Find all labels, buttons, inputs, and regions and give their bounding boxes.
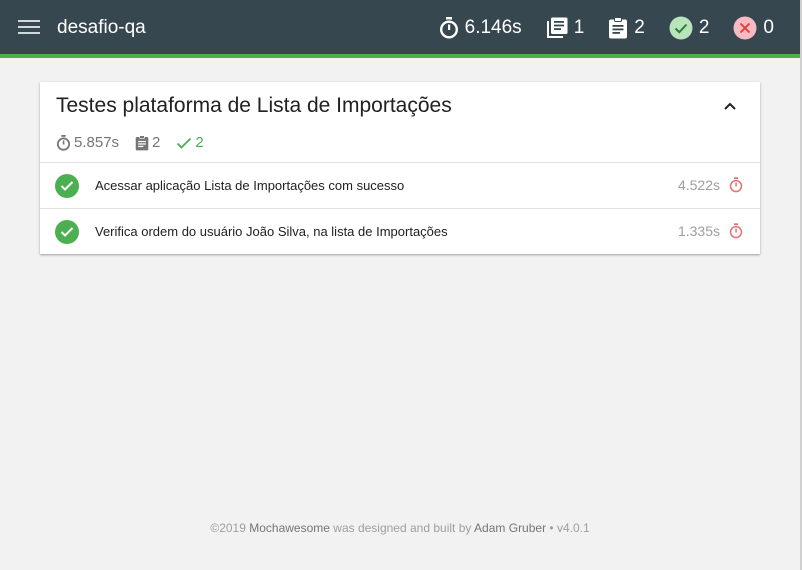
passes-stat[interactable]: 2	[669, 16, 710, 40]
footer-copyright: ©2019	[210, 521, 250, 535]
suite-passes-count: 2	[195, 134, 204, 151]
test-row[interactable]: Verifica ordem do usuário João Silva, na…	[40, 209, 760, 254]
test-title: Acessar aplicação Lista de Importações c…	[95, 178, 405, 193]
stopwatch-icon	[729, 223, 743, 239]
check-icon	[176, 136, 192, 150]
check-circle-icon	[55, 174, 79, 198]
footer-version: • v4.0.1	[546, 521, 590, 535]
report-header: desafio-qa 6.146s 1 2 2 0	[0, 0, 800, 58]
suite-stats: 5.857s 2 2	[56, 134, 220, 151]
passes-count: 2	[698, 17, 710, 38]
footer-text: was designed and built by	[329, 521, 475, 535]
suite-card: Testes plataforma de Lista de Importaçõe…	[40, 82, 760, 254]
assignment-icon	[135, 134, 149, 151]
failures-stat[interactable]: 0	[733, 16, 774, 40]
test-duration: 4.522s	[677, 177, 720, 193]
tests-stat[interactable]: 2	[608, 17, 645, 39]
menu-icon[interactable]	[18, 16, 40, 40]
suite-title: Testes plataforma de Lista de Importaçõe…	[56, 94, 452, 117]
test-duration: 1.335s	[677, 223, 720, 239]
header-stats: 6.146s 1 2 2 0	[439, 14, 774, 42]
stopwatch-icon	[56, 134, 71, 151]
tests-count: 2	[634, 17, 645, 38]
chevron-up-icon[interactable]	[718, 94, 742, 118]
suite-tests-count: 2	[152, 134, 161, 151]
check-circle-icon	[669, 16, 693, 40]
suites-stat[interactable]: 1	[546, 17, 585, 39]
library-books-icon	[546, 17, 568, 39]
suite-duration-value: 5.857s	[74, 134, 120, 151]
duration-value: 6.146s	[464, 17, 522, 38]
failures-count: 0	[763, 17, 774, 38]
suite-duration: 5.857s	[56, 134, 119, 151]
report-title: desafio-qa	[57, 17, 146, 38]
mochawesome-link[interactable]: Mochawesome	[249, 521, 330, 535]
assignment-icon	[608, 17, 628, 39]
stopwatch-icon	[439, 17, 459, 39]
stopwatch-icon	[729, 177, 743, 193]
check-circle-icon	[55, 220, 79, 244]
cancel-icon	[733, 16, 757, 40]
suite-header: Testes plataforma de Lista de Importaçõe…	[40, 82, 760, 163]
duration-stat: 6.146s	[439, 17, 522, 39]
test-row[interactable]: Acessar aplicação Lista de Importações c…	[40, 163, 760, 209]
suite-tests: 2	[135, 134, 160, 151]
suite-passes: 2	[176, 134, 204, 151]
footer: ©2019 Mochawesome was designed and built…	[0, 521, 800, 535]
author-link[interactable]: Adam Gruber	[474, 521, 546, 535]
test-title: Verifica ordem do usuário João Silva, na…	[95, 224, 448, 239]
suites-count: 1	[573, 17, 585, 38]
